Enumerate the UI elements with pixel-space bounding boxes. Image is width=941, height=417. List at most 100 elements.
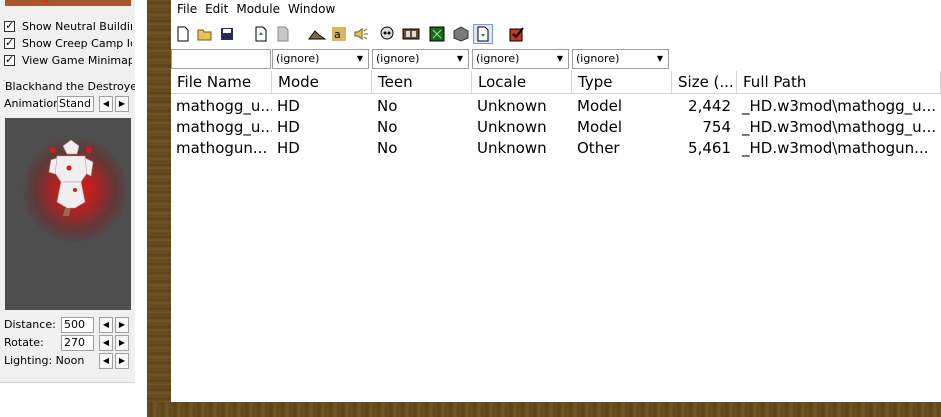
animation-select[interactable]: Stand ' [57, 96, 94, 112]
left-panel-footer [0, 382, 135, 417]
terrain-button[interactable] [307, 24, 327, 44]
cell-mode: HD [277, 139, 300, 157]
rotate-decrease-button[interactable]: ◀ [99, 335, 113, 351]
wood-border-bottom [147, 402, 941, 417]
arrow-right-icon: ▶ [118, 99, 126, 108]
column-header-teen[interactable]: Teen [372, 71, 472, 94]
distance-decrease-button[interactable]: ◀ [99, 317, 113, 333]
locale-filter-select[interactable]: (ignore) ▼ [472, 49, 569, 69]
menu-file[interactable]: File [177, 0, 203, 19]
rotate-increase-button[interactable]: ▶ [115, 335, 129, 351]
teen-filter-select[interactable]: (ignore) ▼ [372, 49, 469, 69]
chevron-down-icon: ▼ [556, 54, 564, 63]
save-icon [221, 28, 233, 40]
checklist-button[interactable] [507, 24, 527, 44]
cell-teen: No [377, 139, 398, 157]
lighting-prev-button[interactable]: ◀ [99, 353, 113, 369]
export-button[interactable] [251, 24, 271, 44]
left-panel: Show Neutral Building I Show Creep Camp … [0, 0, 144, 417]
film-button[interactable] [401, 24, 421, 44]
skull-icon [380, 26, 394, 40]
film-icon [402, 28, 420, 40]
new-button[interactable] [173, 24, 193, 44]
text-button[interactable]: a [329, 24, 349, 44]
new-file-icon [177, 26, 189, 42]
column-header-mode[interactable]: Mode [272, 71, 372, 94]
skull-button[interactable] [377, 24, 397, 44]
cell-file-name: mathogun... [176, 139, 268, 157]
color-swatch [5, 0, 131, 6]
sound-button[interactable] [351, 24, 371, 44]
column-header-size[interactable]: Size (... [672, 71, 737, 94]
cube-icon [453, 26, 469, 42]
map-button[interactable] [427, 24, 447, 44]
filename-filter-input[interactable] [171, 49, 271, 69]
menu-bar: File Edit Module Window [171, 0, 941, 19]
arrow-left-icon: ◀ [102, 356, 110, 365]
preview-group-title: Blackhand the Destroyer [5, 80, 144, 93]
cell-type: Model [577, 97, 623, 115]
distance-input[interactable]: 500 [61, 317, 94, 333]
table-row[interactable]: mathogg_u... HD No Unknown Model 754 _HD… [171, 117, 941, 138]
model-preview-viewport[interactable] [5, 118, 131, 310]
open-folder-icon [197, 29, 212, 41]
mode-filter-value: (ignore) [276, 52, 320, 65]
table-row[interactable]: mathogun... HD No Unknown Other 5,461 _H… [171, 138, 941, 159]
check-icon[interactable] [4, 36, 15, 49]
save-button[interactable] [217, 24, 237, 44]
cell-locale: Unknown [477, 118, 547, 136]
document-button[interactable] [273, 24, 293, 44]
cell-teen: No [377, 97, 398, 115]
chevron-down-icon: ▼ [456, 54, 464, 63]
cell-locale: Unknown [477, 97, 547, 115]
cell-file-name: mathogg_u... [176, 118, 272, 136]
lighting-next-button[interactable]: ▶ [115, 353, 129, 369]
cell-size: 754 [702, 118, 731, 136]
text-icon: a [332, 27, 346, 41]
sound-icon [354, 28, 368, 40]
swatch-marker [43, 0, 48, 3]
arrow-left-icon: ◀ [102, 99, 110, 108]
cell-mode: HD [277, 97, 300, 115]
rotate-label: Rotate: [4, 336, 44, 349]
menu-edit[interactable]: Edit [205, 0, 234, 19]
rotate-input[interactable]: 270 [61, 335, 94, 351]
export-icon [255, 26, 267, 42]
import-manager-window: File Edit Module Window a (ignore) ▼ (ig… [171, 0, 941, 402]
checklist-icon [509, 27, 524, 42]
animation-label: Animation: [4, 97, 64, 110]
toolbar: a [171, 22, 941, 46]
distance-increase-button[interactable]: ▶ [115, 317, 129, 333]
arrow-right-icon: ▶ [118, 320, 126, 329]
checkbox-view-game-minimap[interactable]: View Game Minimap [4, 53, 132, 68]
cell-size: 5,461 [688, 139, 731, 157]
cube-button[interactable] [451, 24, 471, 44]
checkbox-label: View Game Minimap [22, 54, 132, 67]
checkbox-show-neutral-building[interactable]: Show Neutral Building I [4, 19, 132, 34]
cell-type: Model [577, 118, 623, 136]
animation-next-button[interactable]: ▶ [115, 96, 129, 112]
checkbox-label: Show Creep Camp Icor [22, 37, 132, 50]
type-filter-select[interactable]: (ignore) ▼ [572, 49, 669, 69]
checkbox-show-creep-camp[interactable]: Show Creep Camp Icor [4, 36, 132, 51]
arrow-right-icon: ▶ [118, 338, 126, 347]
column-header-type[interactable]: Type [572, 71, 672, 94]
check-icon[interactable] [4, 53, 15, 66]
menu-module[interactable]: Module [236, 0, 286, 19]
panel-divider[interactable] [135, 0, 147, 417]
lighting-label: Lighting: Noon [4, 354, 85, 367]
table-row[interactable]: mathogg_u... HD No Unknown Model 2,442 _… [171, 96, 941, 117]
check-icon[interactable] [4, 19, 15, 32]
column-header-file-name[interactable]: File Name [171, 71, 272, 94]
arrow-left-icon: ◀ [102, 338, 110, 347]
open-button[interactable] [195, 24, 215, 44]
mode-filter-select[interactable]: (ignore) ▼ [272, 49, 369, 69]
distance-label: Distance: [4, 318, 56, 331]
map-icon [429, 26, 445, 42]
menu-window[interactable]: Window [288, 0, 341, 19]
cell-file-name: mathogg_u... [176, 97, 272, 115]
animation-prev-button[interactable]: ◀ [99, 96, 113, 112]
column-header-locale[interactable]: Locale [472, 71, 572, 94]
filter-button[interactable] [473, 24, 493, 44]
column-header-full-path[interactable]: Full Path [737, 71, 941, 94]
